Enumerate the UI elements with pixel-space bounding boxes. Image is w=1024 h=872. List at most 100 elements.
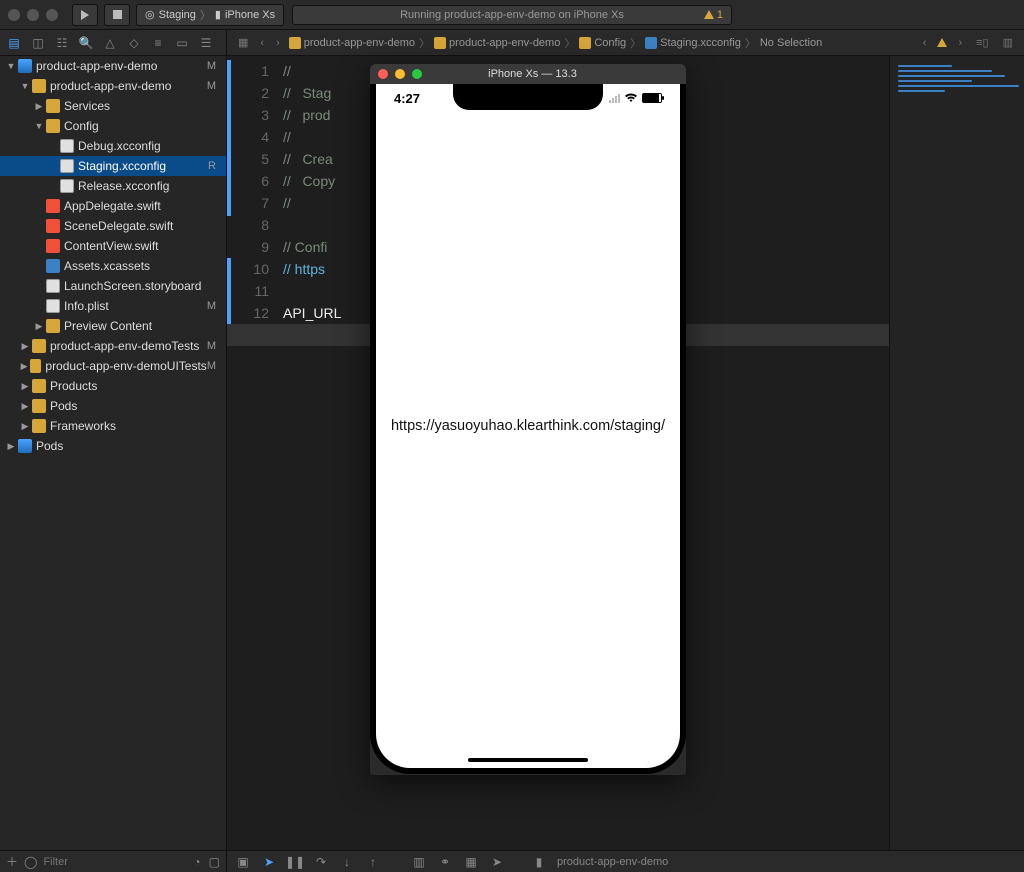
tree-label: product-app-env-demo	[36, 59, 157, 73]
tree-row[interactable]: LaunchScreen.storyboard	[0, 276, 226, 296]
find-navigator-icon[interactable]: 🔍	[78, 35, 94, 51]
change-bar	[227, 60, 231, 216]
tree-row[interactable]: ▶Products	[0, 376, 226, 396]
environment-overrides-icon[interactable]: ▦	[463, 854, 479, 870]
warning-icon[interactable]	[937, 38, 947, 47]
tree-row[interactable]: ▶Services	[0, 96, 226, 116]
process-name[interactable]: product-app-env-demo	[557, 856, 668, 868]
step-out-icon[interactable]: ↑	[365, 854, 381, 870]
tree-row[interactable]: SceneDelegate.swift	[0, 216, 226, 236]
issues-badge[interactable]: 1	[704, 9, 723, 21]
tree-row[interactable]: Info.plistM	[0, 296, 226, 316]
disclosure-triangle-icon[interactable]: ▶	[20, 381, 30, 392]
line-number[interactable]: 7	[227, 192, 269, 214]
line-number[interactable]: 12	[227, 302, 269, 324]
tree-row[interactable]: ▶Pods	[0, 436, 226, 456]
step-into-icon[interactable]: ↓	[339, 854, 355, 870]
prev-issue-button[interactable]: ‹	[920, 37, 930, 49]
disclosure-triangle-icon[interactable]: ▶	[20, 341, 30, 352]
simulator-window[interactable]: iPhone Xs — 13.3 4:27 https://yasuoyuhao…	[370, 64, 686, 775]
simulator-title: iPhone Xs — 13.3	[387, 68, 678, 80]
line-gutter[interactable]: 12345678910111213	[227, 56, 277, 850]
next-issue-button[interactable]: ›	[955, 37, 965, 49]
add-button[interactable]: ＋	[6, 854, 18, 870]
disclosure-triangle-icon[interactable]: ▶	[34, 101, 44, 112]
step-over-icon[interactable]: ↷	[313, 854, 329, 870]
tree-row[interactable]: ▼Config	[0, 116, 226, 136]
stop-button[interactable]	[104, 4, 130, 26]
report-navigator-icon[interactable]: ☰	[198, 35, 214, 51]
location-icon[interactable]: ➤	[489, 854, 505, 870]
debug-view-icon[interactable]: ▥	[411, 854, 427, 870]
disclosure-triangle-icon[interactable]: ▶	[20, 401, 30, 412]
line-number[interactable]: 5	[227, 148, 269, 170]
source-control-navigator-icon[interactable]: ◫	[30, 35, 46, 51]
forward-button[interactable]: ›	[273, 37, 283, 49]
close-icon[interactable]	[8, 9, 20, 21]
line-number[interactable]: 6	[227, 170, 269, 192]
line-number[interactable]: 9	[227, 236, 269, 258]
breadcrumb[interactable]: product-app-env-demo〉product-app-env-dem…	[289, 35, 914, 51]
line-number[interactable]: 3	[227, 104, 269, 126]
tree-row[interactable]: ▶Preview Content	[0, 316, 226, 336]
disclosure-triangle-icon[interactable]: ▼	[20, 81, 30, 91]
home-indicator[interactable]	[468, 758, 588, 762]
tree-row[interactable]: ▼product-app-env-demoM	[0, 56, 226, 76]
disclosure-triangle-icon[interactable]: ▼	[6, 61, 16, 71]
disclosure-triangle-icon[interactable]: ▼	[34, 121, 44, 131]
related-items-icon[interactable]: ▦	[235, 36, 251, 49]
line-number[interactable]: 2	[227, 82, 269, 104]
file-icon	[46, 99, 60, 113]
toggle-inspector-icon[interactable]: ▥	[1000, 36, 1016, 49]
breakpoint-navigator-icon[interactable]: ▭	[174, 35, 190, 51]
disclosure-triangle-icon[interactable]: ▶	[34, 321, 44, 332]
line-number[interactable]: 8	[227, 214, 269, 236]
disclosure-triangle-icon[interactable]: ▶	[20, 361, 28, 372]
breadcrumb-item[interactable]: No Selection	[760, 37, 822, 49]
tree-row[interactable]: AppDelegate.swift	[0, 196, 226, 216]
tree-row[interactable]: ▶product-app-env-demoTestsM	[0, 336, 226, 356]
scheme-selector[interactable]: ◎ Staging 〉 ▮ iPhone Xs	[136, 4, 284, 26]
breadcrumb-item[interactable]: product-app-env-demo	[434, 37, 560, 49]
tree-row[interactable]: ▼product-app-env-demoM	[0, 76, 226, 96]
simulator-titlebar[interactable]: iPhone Xs — 13.3	[370, 64, 686, 84]
disclosure-triangle-icon[interactable]: ▶	[6, 441, 16, 452]
line-number[interactable]: 1	[227, 60, 269, 82]
test-navigator-icon[interactable]: ◇	[126, 35, 142, 51]
tree-row[interactable]: ▶Pods	[0, 396, 226, 416]
pause-icon[interactable]: ❚❚	[287, 854, 303, 870]
tree-row[interactable]: ▶Frameworks	[0, 416, 226, 436]
line-number[interactable]: 4	[227, 126, 269, 148]
back-button[interactable]: ‹	[257, 37, 267, 49]
recent-filter-icon[interactable]: ◔	[191, 854, 202, 870]
tree-row[interactable]: Debug.xcconfig	[0, 136, 226, 156]
tree-row[interactable]: ▶product-app-env-demoUITestsM	[0, 356, 226, 376]
tree-row[interactable]: ContentView.swift	[0, 236, 226, 256]
breadcrumb-item[interactable]: Config	[579, 37, 626, 49]
disclosure-triangle-icon[interactable]: ▶	[20, 421, 30, 432]
phone-screen[interactable]: 4:27 https://yasuoyuhao.klearthink.com/s…	[376, 84, 680, 768]
run-button[interactable]	[72, 4, 98, 26]
filter-input[interactable]	[43, 856, 185, 868]
memory-graph-icon[interactable]: ⚭	[437, 854, 453, 870]
tree-row[interactable]: Staging.xcconfigR	[0, 156, 226, 176]
breadcrumb-item[interactable]: Staging.xcconfig	[645, 37, 741, 49]
symbol-navigator-icon[interactable]: ☷	[54, 35, 70, 51]
zoom-icon[interactable]	[46, 9, 58, 21]
toggle-debug-area-icon[interactable]: ▣	[235, 854, 251, 870]
minimap[interactable]	[889, 56, 1024, 850]
line-number[interactable]: 10	[227, 258, 269, 280]
adjust-editor-icon[interactable]: ≡▯	[973, 36, 991, 49]
debug-navigator-icon[interactable]: ≡	[150, 35, 166, 51]
breadcrumb-label: Config	[594, 37, 626, 49]
issue-navigator-icon[interactable]: △	[102, 35, 118, 51]
tree-row[interactable]: Assets.xcassets	[0, 256, 226, 276]
tree-row[interactable]: Release.xcconfig	[0, 176, 226, 196]
breadcrumb-item[interactable]: product-app-env-demo	[289, 37, 415, 49]
minimize-icon[interactable]	[27, 9, 39, 21]
project-navigator-icon[interactable]: ▤	[6, 35, 22, 51]
project-navigator[interactable]: ▼product-app-env-demoM▼product-app-env-d…	[0, 56, 227, 850]
line-number[interactable]: 11	[227, 280, 269, 302]
scm-filter-icon[interactable]: ▢	[209, 854, 220, 870]
breakpoints-toggle-icon[interactable]: ➤	[261, 854, 277, 870]
